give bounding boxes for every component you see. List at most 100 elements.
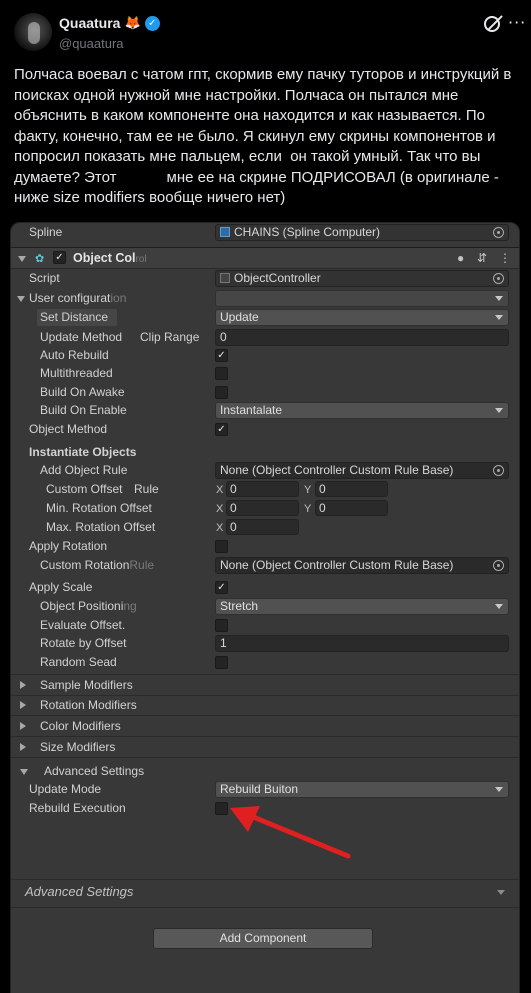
- axis-x-label: X: [216, 522, 224, 534]
- custom-offset-row: Custom Offset Rule X 0 Y 0: [11, 480, 519, 499]
- add-object-rule-row: Add Object Rule None (Object Controller …: [11, 461, 519, 480]
- component-title-faded: rol: [135, 254, 147, 265]
- add-object-rule-field[interactable]: None (Object Controller Custom Rule Base…: [215, 462, 509, 479]
- add-object-rule-value: None (Object Controller Custom Rule Base…: [220, 463, 454, 477]
- build-on-enable-row: Build On Enable Instantalate: [11, 401, 519, 420]
- script-picker-icon[interactable]: [493, 273, 504, 284]
- sample-modifiers-foldout[interactable]: Sample Modifiers: [11, 676, 519, 695]
- instantiate-objects-heading: Instantiate Objects: [29, 445, 137, 459]
- chevron-down-icon: [495, 315, 503, 320]
- chevron-down-icon: [495, 296, 503, 301]
- preset-sliders-icon[interactable]: ⇵: [477, 251, 487, 265]
- grok-icon[interactable]: [484, 16, 500, 32]
- custom-offset-rule-label: Rule: [134, 482, 159, 496]
- spline-field[interactable]: CHAINS (Spline Computer): [215, 224, 509, 241]
- display-name[interactable]: Quaatura: [59, 15, 120, 31]
- axis-y-label: Y: [304, 503, 312, 515]
- user-config-label: User configuration: [29, 289, 126, 308]
- component-title-text: Object Col: [73, 251, 136, 265]
- clip-range-field[interactable]: 0: [215, 329, 509, 346]
- collapse-arrow-icon[interactable]: [20, 769, 28, 775]
- rotation-modifiers-foldout[interactable]: Rotation Modifiers: [11, 696, 519, 715]
- custom-offset-y-field[interactable]: 0: [315, 481, 388, 497]
- max-rotation-x-field[interactable]: 0: [226, 519, 299, 535]
- chevron-down-icon: [497, 890, 505, 895]
- update-mode-dropdown[interactable]: Rebuild Buiton: [215, 781, 509, 798]
- min-rotation-x-field[interactable]: 0: [226, 500, 299, 516]
- update-method-row: Update Method Clip Range 0: [11, 328, 519, 347]
- component-header[interactable]: ✿ ✓ Object Colrol ● ⇵ ⋮: [11, 247, 519, 269]
- kebab-menu-icon[interactable]: ⋮: [499, 251, 511, 265]
- set-distance-dropdown[interactable]: Update: [215, 309, 509, 326]
- custom-offset-x-field[interactable]: 0: [226, 481, 299, 497]
- apply-rotation-label: Apply Rotation: [29, 539, 108, 553]
- update-mode-label: Update Mode: [29, 782, 102, 796]
- object-method-label: Object Method: [29, 422, 108, 436]
- auto-rebuild-row: Auto Rebuild ✓: [11, 346, 519, 365]
- clip-range-label: Clip Range: [140, 330, 200, 344]
- add-component-button[interactable]: Add Component: [153, 928, 373, 949]
- apply-rotation-row: Apply Rotation: [11, 537, 519, 556]
- min-rotation-y-field[interactable]: 0: [315, 500, 388, 516]
- update-mode-row: Update Mode Rebuild Buiton: [11, 780, 519, 799]
- color-modifiers-foldout[interactable]: Color Modifiers: [11, 717, 519, 736]
- rule-picker-icon[interactable]: [493, 465, 504, 476]
- divider: [11, 715, 519, 716]
- set-distance-row: Set Distance Update: [11, 308, 519, 327]
- build-on-awake-checkbox[interactable]: [215, 386, 228, 399]
- user-config-text: User configurat: [29, 291, 111, 305]
- update-mode-value: Rebuild Buiton: [220, 782, 299, 796]
- expand-arrow-icon[interactable]: [20, 743, 26, 751]
- object-positioning-row: Object Positioning Stretch: [11, 597, 519, 616]
- custom-rotation-value: None (Object Controller Custom Rule Base…: [220, 558, 454, 572]
- chevron-down-icon: [495, 408, 503, 413]
- script-field[interactable]: ObjectController: [215, 270, 509, 287]
- avatar[interactable]: [14, 13, 52, 51]
- verified-badge-icon: ✓: [144, 15, 160, 31]
- user-config-row[interactable]: User configuration: [11, 289, 519, 308]
- evaluate-offset-checkbox[interactable]: [215, 619, 228, 632]
- custom-rotation-text: Custom Rotation: [40, 558, 130, 572]
- status-dot-icon[interactable]: ●: [457, 251, 464, 265]
- rotation-rule-picker-icon[interactable]: [493, 560, 504, 571]
- script-row: Script ObjectController: [11, 269, 519, 288]
- auto-rebuild-checkbox[interactable]: ✓: [215, 349, 228, 362]
- instantiate-objects-row: Instantiate Objects: [11, 443, 519, 462]
- author-handle[interactable]: @quaatura: [59, 36, 124, 51]
- component-enabled-checkbox[interactable]: ✓: [53, 251, 66, 264]
- random-sead-checkbox[interactable]: [215, 656, 228, 669]
- expand-arrow-icon[interactable]: [20, 681, 26, 689]
- object-positioning-label: Object Positioning: [40, 597, 137, 616]
- chevron-down-icon: [495, 787, 503, 792]
- script-label: Script: [29, 271, 60, 285]
- advanced-settings-footer-row[interactable]: Advanced Settings: [11, 882, 519, 901]
- divider: [11, 907, 519, 908]
- rotate-by-offset-field[interactable]: 1: [215, 635, 509, 652]
- apply-rotation-checkbox[interactable]: [215, 540, 228, 553]
- expand-arrow-icon[interactable]: [20, 722, 26, 730]
- object-picker-icon[interactable]: [493, 227, 504, 238]
- divider: [11, 879, 519, 880]
- object-method-checkbox[interactable]: ✓: [215, 423, 228, 436]
- max-rotation-label: Max. Rotation Offset: [46, 520, 156, 534]
- size-modifiers-foldout[interactable]: Size Modifiers: [11, 738, 519, 757]
- axis-y-label: Y: [304, 484, 312, 496]
- collapse-arrow-icon[interactable]: [18, 256, 26, 262]
- evaluate-offset-row: Evaluate Offset.: [11, 616, 519, 635]
- build-on-enable-dropdown[interactable]: Instantalate: [215, 402, 509, 419]
- multithreaded-row: Multithreaded: [11, 364, 519, 383]
- object-positioning-dropdown[interactable]: Stretch: [215, 598, 509, 615]
- divider: [11, 674, 519, 675]
- advanced-settings-foldout[interactable]: Advanced Settings: [11, 762, 519, 781]
- multithreaded-checkbox[interactable]: [215, 367, 228, 380]
- build-on-awake-row: Build On Awake: [11, 383, 519, 402]
- custom-rotation-field[interactable]: None (Object Controller Custom Rule Base…: [215, 557, 509, 574]
- apply-scale-checkbox[interactable]: ✓: [215, 581, 228, 594]
- expand-arrow-icon[interactable]: [20, 701, 26, 709]
- random-sead-row: Random Sead: [11, 653, 519, 672]
- user-config-dropdown[interactable]: [215, 290, 509, 307]
- script-file-icon: [220, 273, 230, 283]
- sample-modifiers-label: Sample Modifiers: [40, 678, 133, 692]
- user-config-arrow-icon[interactable]: [17, 296, 25, 302]
- more-options-icon[interactable]: ···: [508, 13, 526, 32]
